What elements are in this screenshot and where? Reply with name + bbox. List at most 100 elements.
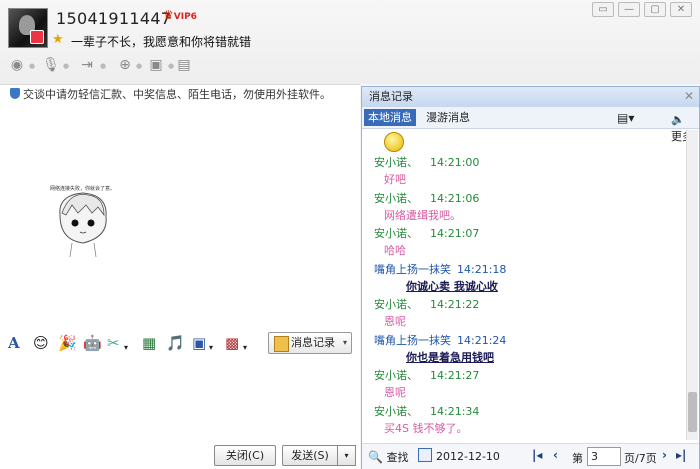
message-header: 嘴角上扬一抹笑 14:21:24 — [374, 332, 506, 348]
message-time: 14:21:06 — [430, 191, 480, 205]
message-body: 买4S 钱不够了。 — [384, 421, 468, 435]
sticker-image[interactable] — [48, 185, 118, 260]
next-page-icon[interactable]: › — [662, 448, 667, 462]
history-button-label: 消息记录 — [291, 336, 335, 349]
message-header: 嘴角上扬一抹笑 14:21:18 — [374, 261, 506, 277]
message-time: 14:21:07 — [430, 227, 480, 240]
message-header: 安小诺、 14:21:34 — [374, 403, 479, 419]
chevron-down-icon[interactable]: ● — [100, 62, 106, 70]
image-icon[interactable]: ▦ — [142, 334, 156, 352]
message-history-panel: 消息记录 ✕ 本地消息 漫游消息 ▤▾ 🔈更多 安小诺、 14:21:00 好吧 安小… — [361, 86, 700, 469]
date-value: 2012-12-10 — [436, 450, 500, 463]
shield-icon — [10, 88, 20, 99]
export-icon[interactable]: ▤▾ — [613, 110, 638, 127]
page-number-input[interactable]: 3 — [587, 447, 621, 466]
message-body: 好吧 — [384, 173, 406, 186]
sender-name[interactable]: 安小诺、 — [374, 298, 418, 311]
message-body: 你诚心卖 我诚心收 — [406, 279, 498, 293]
message-header: 安小诺、 14:21:27 — [374, 367, 479, 383]
send-options-dropdown[interactable]: ▾ — [337, 445, 356, 466]
date-picker[interactable]: 2012-12-10 — [418, 448, 500, 463]
message-body: 恩呢 — [384, 315, 406, 328]
sender-name[interactable]: 安小诺、 — [374, 156, 418, 169]
chevron-down-icon[interactable]: ● — [29, 62, 35, 70]
sender-name[interactable]: 安小诺、 — [374, 405, 418, 418]
star-icon: ★ — [52, 32, 64, 47]
chevron-down-icon[interactable]: ▾ — [243, 339, 247, 357]
close-window-button[interactable]: ✕ — [670, 2, 692, 17]
more-button[interactable]: 🔈更多 — [667, 111, 699, 143]
skin-button[interactable]: ▭ — [592, 2, 614, 17]
message-body: 网络遭缉我吧。 — [384, 208, 461, 222]
message-header: 安小诺、 14:21:06 — [374, 190, 479, 206]
toolbox-icon[interactable]: ▩ — [225, 334, 239, 352]
history-tabs: 本地消息 漫游消息 ▤▾ 🔈更多 — [362, 107, 699, 143]
contact-signature: 一辈子不长，我愿意和你将错就错 — [71, 35, 252, 49]
sender-name[interactable]: 嘴角上扬一抹笑 — [374, 334, 451, 347]
message-body: 你也是着急用钱吧 — [406, 350, 494, 364]
voice-call-icon[interactable]: 🎙 — [42, 56, 60, 74]
prev-page-icon[interactable]: ‹ — [553, 448, 558, 462]
apps-icon[interactable]: ▤ — [175, 56, 193, 74]
last-page-icon[interactable]: ▸| — [676, 448, 686, 462]
chevron-down-icon[interactable]: ▾ — [124, 339, 128, 357]
history-icon — [274, 336, 289, 352]
search-icon: 🔍 — [368, 450, 383, 464]
contact-name[interactable]: 15041911447 — [56, 9, 171, 28]
music-icon[interactable]: 🎵 — [166, 334, 185, 352]
chevron-down-icon[interactable]: ▾ — [343, 333, 347, 353]
chat-header: 15041911447 ♛VIP6 ★ 一辈子不长，我愿意和你将错就错 ▭ — … — [0, 0, 700, 84]
chevron-down-icon[interactable]: ● — [63, 62, 69, 70]
history-footer: 🔍 查找 2012-12-10 |◂ ‹ 第 3 页/7页 › ▸| — [362, 443, 699, 469]
scrollbar[interactable] — [686, 130, 698, 440]
remote-desktop-icon[interactable]: ▣ — [147, 56, 165, 74]
first-page-icon[interactable]: |◂ — [532, 448, 542, 462]
tab-roaming-messages[interactable]: 漫游消息 — [422, 109, 474, 126]
send-button[interactable]: 发送(S) — [282, 445, 338, 466]
minimize-button[interactable]: — — [618, 2, 640, 17]
calendar-icon — [418, 448, 432, 462]
vip-badge[interactable]: ♛VIP6 — [163, 8, 197, 22]
close-icon[interactable]: ✕ — [684, 89, 694, 103]
chevron-down-icon[interactable]: ● — [136, 62, 142, 70]
speaker-icon: 🔈 — [671, 113, 685, 126]
sender-name[interactable]: 安小诺、 — [374, 369, 418, 382]
search-label: 查找 — [386, 451, 409, 464]
chevron-down-icon[interactable]: ● — [168, 62, 174, 70]
security-notice-text: 交谈中请勿轻信汇款、中奖信息、陌生电话，勿使用外挂软件。 — [23, 88, 331, 101]
font-icon[interactable]: A — [8, 334, 20, 352]
tab-local-messages[interactable]: 本地消息 — [364, 109, 416, 126]
search-button[interactable]: 🔍 查找 — [368, 449, 408, 465]
video-call-icon[interactable]: ◉ — [8, 56, 26, 74]
message-input[interactable] — [0, 358, 360, 440]
top-toolbar: ◉ ● 🎙 ● ⇥ ● ⊕ ● ▣ ● ▤ — [8, 56, 208, 78]
message-header: 安小诺、 14:21:22 — [374, 296, 479, 312]
sender-name[interactable]: 安小诺、 — [374, 227, 418, 240]
history-title: 消息记录 — [369, 90, 413, 103]
history-message-list[interactable]: 安小诺、 14:21:00 好吧 安小诺、 14:21:06 网络遭缉我吧。 安小诺、 14:… — [362, 130, 686, 440]
magic-emoji-icon[interactable]: 🎉 — [58, 334, 77, 352]
sender-name[interactable]: 嘴角上扬一抹笑 — [374, 263, 451, 276]
message-time: 14:21:24 — [457, 333, 507, 347]
scroll-thumb[interactable] — [688, 392, 697, 432]
send-file-icon[interactable]: ⇥ — [78, 56, 96, 74]
add-friend-icon[interactable]: ⊕ — [116, 56, 134, 74]
message-time: 14:21:00 — [430, 156, 480, 169]
message-time: 14:21:27 — [430, 369, 480, 382]
crown-icon: ♛ — [163, 8, 174, 22]
close-button[interactable]: 关闭(C) — [214, 445, 276, 466]
chevron-down-icon[interactable]: ▾ — [209, 339, 213, 357]
page-total: 页/7页 — [624, 452, 657, 465]
emoji-icon[interactable]: 😊 — [33, 334, 49, 352]
message-time: 14:21:22 — [430, 298, 480, 311]
security-notice: 交谈中请勿轻信汇款、中奖信息、陌生电话，勿使用外挂软件。 — [10, 86, 360, 102]
nudge-icon[interactable]: 🤖 — [83, 334, 102, 352]
message-header: 安小诺、 14:21:00 — [374, 154, 479, 170]
screenshot-icon[interactable]: ✂ — [107, 334, 120, 352]
message-history-button[interactable]: 消息记录 ▾ — [268, 332, 352, 354]
send-image-icon[interactable]: ▣ — [192, 334, 206, 352]
sender-name[interactable]: 安小诺、 — [374, 192, 418, 205]
emoji-icon — [384, 132, 404, 152]
qq-badge-icon — [30, 30, 44, 44]
maximize-button[interactable]: ▢ — [644, 2, 666, 17]
